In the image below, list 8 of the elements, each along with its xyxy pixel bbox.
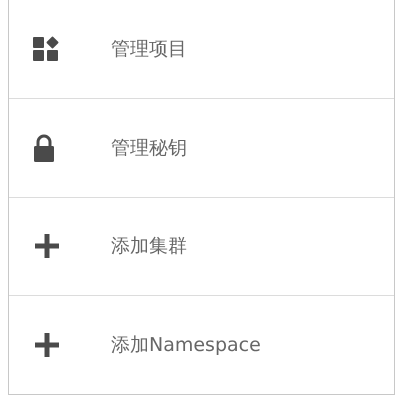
menu-item[interactable]: 管理秘钥	[9, 98, 394, 198]
plus-icon	[33, 331, 61, 360]
plus-icon	[33, 232, 61, 260]
menu-item[interactable]: 添加集群	[9, 198, 394, 296]
grid-icon	[33, 36, 59, 62]
menu-item[interactable]: 添加Namespace	[9, 296, 394, 394]
lock-icon	[33, 134, 55, 162]
menu-item[interactable]: 管理项目	[9, 0, 394, 99]
